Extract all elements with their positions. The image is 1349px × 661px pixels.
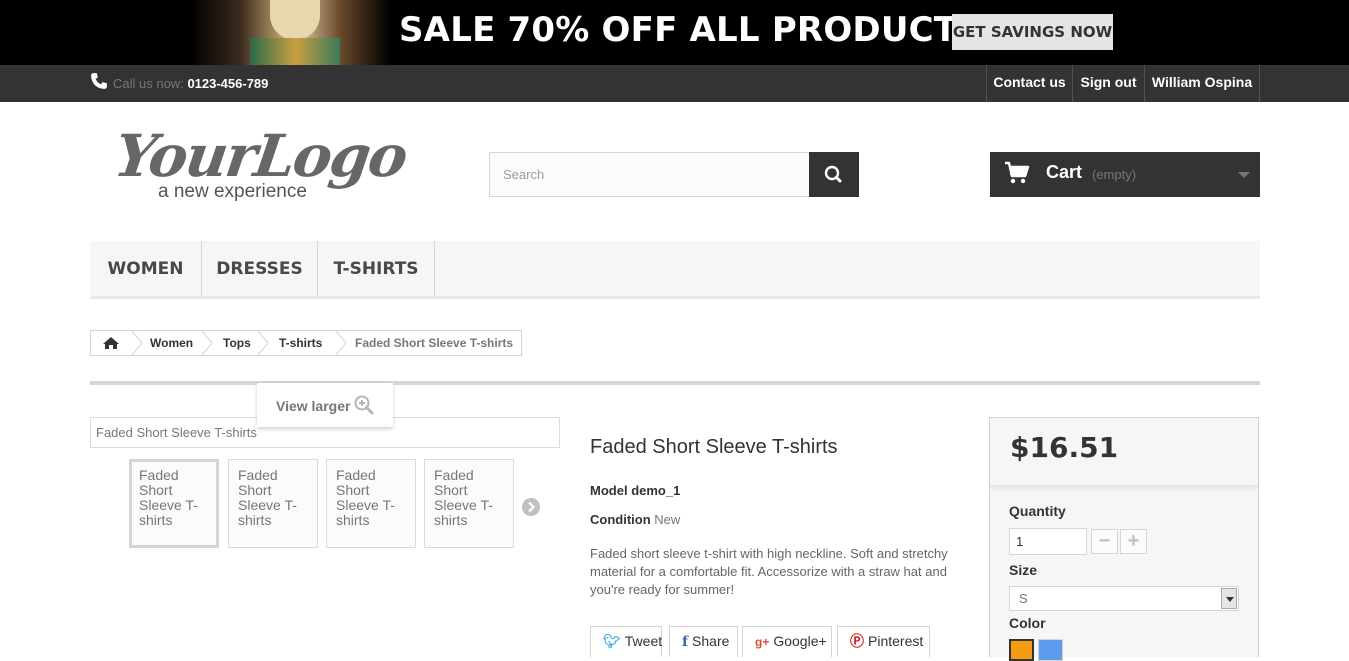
breadcrumb-tops[interactable]: Tops bbox=[223, 331, 251, 355]
chevron-down-icon[interactable] bbox=[1221, 588, 1237, 609]
search-icon bbox=[824, 165, 842, 183]
product-condition: Condition New bbox=[590, 512, 681, 527]
banner-model-image bbox=[190, 0, 390, 65]
get-savings-button[interactable]: GET SAVINGS NOW bbox=[952, 14, 1113, 50]
breadcrumb-separator bbox=[257, 331, 269, 355]
facebook-icon: f bbox=[682, 634, 689, 650]
product-title: Faded Short Sleeve T-shirts bbox=[590, 436, 838, 458]
color-swatch-orange[interactable] bbox=[1009, 639, 1034, 661]
google-plus-button[interactable]: g+ Google+ bbox=[742, 626, 832, 657]
thumbnail-1[interactable]: Faded Short Sleeve T-shirts bbox=[129, 459, 219, 548]
pinterest-button[interactable]: Ⓟ Pinterest bbox=[837, 626, 930, 657]
menu-item-tshirts[interactable]: T-SHIRTS bbox=[318, 241, 435, 296]
zoom-in-icon bbox=[354, 395, 374, 415]
color-swatch-blue[interactable] bbox=[1038, 639, 1063, 661]
thumbnail-2[interactable]: Faded Short Sleeve T-shirts bbox=[228, 459, 318, 548]
view-larger-label: View larger bbox=[276, 398, 351, 414]
quantity-increase-button[interactable]: + bbox=[1120, 529, 1147, 554]
contact-us-link[interactable]: Contact us bbox=[986, 65, 1072, 102]
quantity-input[interactable] bbox=[1009, 528, 1087, 555]
logo-wordmark: YourLogo bbox=[110, 122, 411, 190]
google-plus-icon: g+ bbox=[755, 635, 770, 649]
logo-tagline: a new experience bbox=[158, 181, 307, 202]
menu-item-women[interactable]: WOMEN bbox=[90, 241, 202, 296]
facebook-share-button[interactable]: f Share bbox=[669, 626, 738, 657]
promo-banner[interactable]: SALE 70% OFF ALL PRODUCTS GET SAVINGS NO… bbox=[0, 0, 1349, 65]
product-price: $16.51 bbox=[1010, 431, 1119, 464]
pinterest-icon: Ⓟ bbox=[850, 633, 864, 649]
price-area: $16.51 bbox=[990, 418, 1258, 486]
size-select[interactable]: S bbox=[1009, 586, 1239, 611]
color-label: Color bbox=[1009, 615, 1046, 631]
breadcrumb-separator bbox=[335, 331, 347, 355]
product-description: Faded short sleeve t-shirt with high nec… bbox=[590, 546, 948, 597]
size-selected-value: S bbox=[1019, 591, 1028, 606]
cart-label: Cart bbox=[1046, 162, 1083, 182]
breadcrumb-tshirts[interactable]: T-shirts bbox=[279, 331, 322, 355]
main-menu: WOMEN DRESSES T-SHIRTS bbox=[90, 241, 1260, 299]
chevron-down-icon[interactable] bbox=[1238, 172, 1250, 178]
thumbnail-4[interactable]: Faded Short Sleeve T-shirts bbox=[424, 459, 514, 548]
phone-number: 0123-456-789 bbox=[187, 76, 269, 91]
breadcrumb-current: Faded Short Sleeve T-shirts bbox=[355, 336, 514, 350]
home-icon[interactable] bbox=[102, 336, 120, 350]
account-link[interactable]: William Ospina bbox=[1144, 65, 1260, 102]
breadcrumb-separator bbox=[201, 331, 213, 355]
size-label: Size bbox=[1009, 562, 1038, 578]
buy-box: $16.51 Quantity − + Size S Color bbox=[989, 417, 1259, 661]
phone-icon bbox=[91, 73, 107, 89]
breadcrumb: Women Tops T-shirts Faded Short Sleeve T… bbox=[90, 330, 522, 356]
breadcrumb-separator bbox=[131, 331, 143, 355]
tweet-button[interactable]: 🐦︎ Tweet bbox=[590, 626, 662, 657]
menu-item-dresses[interactable]: DRESSES bbox=[202, 241, 318, 296]
banner-headline: SALE 70% OFF ALL PRODUCTS bbox=[399, 10, 982, 50]
product-model: Model demo_1 bbox=[590, 483, 681, 498]
quantity-decrease-button[interactable]: − bbox=[1091, 529, 1118, 554]
cart-status: (empty) bbox=[1092, 167, 1137, 182]
cart-button[interactable]: Cart (empty) bbox=[990, 152, 1260, 197]
search-input[interactable] bbox=[489, 152, 810, 197]
quantity-label: Quantity bbox=[1009, 503, 1066, 519]
cart-icon bbox=[1005, 161, 1030, 184]
chevron-right-icon[interactable] bbox=[522, 498, 540, 516]
breadcrumb-women[interactable]: Women bbox=[150, 331, 193, 355]
twitter-icon: 🐦︎ bbox=[603, 633, 621, 649]
site-logo[interactable]: YourLogo a new experience bbox=[110, 122, 410, 205]
call-us-text: Call us now: 0123-456-789 bbox=[113, 76, 269, 91]
top-nav-bar: Call us now: 0123-456-789 Contact us Sig… bbox=[0, 65, 1349, 102]
thumbnail-3[interactable]: Faded Short Sleeve T-shirts bbox=[326, 459, 416, 548]
view-larger-button[interactable]: View larger bbox=[257, 383, 393, 427]
search-button[interactable] bbox=[809, 152, 859, 197]
sign-out-link[interactable]: Sign out bbox=[1072, 65, 1144, 102]
